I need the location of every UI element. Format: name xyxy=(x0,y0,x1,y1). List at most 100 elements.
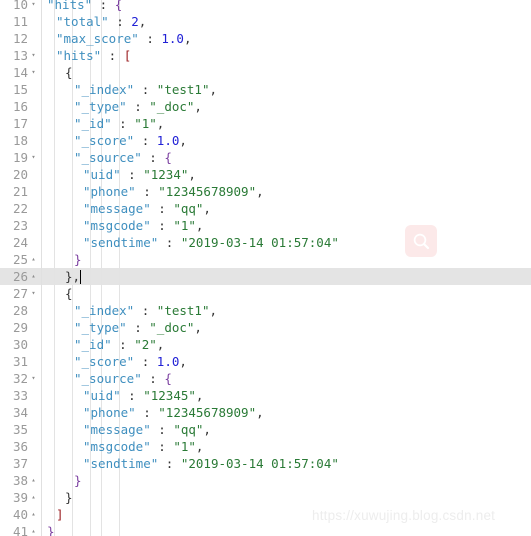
token-p: : xyxy=(150,439,174,454)
code-text[interactable]: "msgcode" : "1", xyxy=(83,438,203,455)
code-text[interactable]: "_type" : "_doc", xyxy=(74,98,202,115)
code-text[interactable]: "_id" : "2", xyxy=(74,336,164,353)
line-number: 31 xyxy=(12,354,28,369)
token-p: , xyxy=(209,82,218,97)
code-text[interactable]: } xyxy=(74,251,82,268)
token-b1: { xyxy=(164,371,172,386)
fold-expand-icon[interactable]: ▴ xyxy=(29,506,38,523)
code-line[interactable]: 19 ▾ "_source" : { xyxy=(0,149,531,166)
line-number: 28 xyxy=(12,303,28,318)
code-text[interactable]: "_index" : "test1", xyxy=(74,81,217,98)
fold-collapse-icon[interactable]: ▾ xyxy=(29,0,38,13)
code-line[interactable]: 23 "msgcode" : "1", xyxy=(0,217,531,234)
code-line[interactable]: 24 "sendtime" : "2019-03-14 01:57:04" xyxy=(0,234,531,251)
code-text[interactable]: "_source" : { xyxy=(74,370,172,387)
code-text[interactable]: "phone" : "12345678909", xyxy=(83,183,264,200)
code-text[interactable]: "msgcode" : "1", xyxy=(83,217,203,234)
fold-expand-icon[interactable]: ▴ xyxy=(29,472,38,489)
line-number: 33 xyxy=(12,388,28,403)
line-number: 37 xyxy=(12,456,28,471)
code-text[interactable]: "uid" : "12345", xyxy=(83,387,203,404)
code-line[interactable]: 30 "_id" : "2", xyxy=(0,336,531,353)
code-text[interactable]: "message" : "qq", xyxy=(83,421,211,438)
code-text[interactable]: } xyxy=(74,472,82,489)
code-line[interactable]: 33 "uid" : "12345", xyxy=(0,387,531,404)
code-line[interactable]: 39 ▴} xyxy=(0,489,531,506)
code-line[interactable]: 26 ▴}, xyxy=(0,268,531,285)
code-text[interactable]: "message" : "qq", xyxy=(83,200,211,217)
line-number: 15 xyxy=(12,82,28,97)
code-text[interactable]: } xyxy=(65,489,73,506)
json-code-editor[interactable]: 10 ▾ "hits" : {11 "total" : 2, 12 "max_score"… xyxy=(0,0,531,536)
code-text[interactable]: "sendtime" : "2019-03-14 01:57:04" xyxy=(83,234,339,251)
code-text[interactable]: ] xyxy=(56,506,64,523)
fold-collapse-icon[interactable]: ▾ xyxy=(29,64,38,81)
token-k: "uid" xyxy=(83,388,121,403)
code-line[interactable]: 14 ▾ { xyxy=(0,64,531,81)
code-text[interactable]: "_id" : "1", xyxy=(74,115,164,132)
token-p: : xyxy=(150,218,174,233)
code-text[interactable]: "hits" : [ xyxy=(56,47,131,64)
search-button[interactable] xyxy=(405,225,437,257)
fold-collapse-icon[interactable]: ▾ xyxy=(29,149,38,166)
token-p: , xyxy=(209,303,218,318)
code-text[interactable]: "max_score" : 1.0, xyxy=(56,30,191,47)
line-number: 40 xyxy=(12,507,28,522)
token-p: , xyxy=(256,184,264,199)
code-line[interactable]: 28 "_index" : "test1", xyxy=(0,302,531,319)
code-line[interactable]: 13 ▾ "hits" : [ xyxy=(0,47,531,64)
code-line[interactable]: 25 ▴} xyxy=(0,251,531,268)
code-line[interactable]: 35 "message" : "qq", xyxy=(0,421,531,438)
code-line[interactable]: 15 "_index" : "test1", xyxy=(0,81,531,98)
code-line[interactable]: 36 "msgcode" : "1", xyxy=(0,438,531,455)
token-p: : xyxy=(138,31,162,46)
token-s: "_doc" xyxy=(149,99,195,114)
code-line[interactable]: 29 "_type" : "_doc", xyxy=(0,319,531,336)
fold-collapse-icon[interactable]: ▾ xyxy=(29,285,38,302)
code-line[interactable]: 41 ▴} xyxy=(0,523,531,536)
code-text[interactable]: "_score" : 1.0, xyxy=(74,353,187,370)
line-number: 23 xyxy=(12,218,28,233)
fold-expand-icon[interactable]: ▴ xyxy=(29,268,38,285)
code-line[interactable]: 17 "_id" : "1", xyxy=(0,115,531,132)
code-line[interactable]: 22 "message" : "qq", xyxy=(0,200,531,217)
code-text[interactable]: "total" : 2, xyxy=(56,13,146,30)
code-text[interactable]: }, xyxy=(65,268,82,285)
line-number: 19 xyxy=(12,150,28,165)
code-text[interactable]: { xyxy=(65,285,73,302)
code-text[interactable]: { xyxy=(65,64,73,81)
fold-expand-icon[interactable]: ▴ xyxy=(29,489,38,506)
token-k: "_id" xyxy=(74,337,112,352)
token-p: , xyxy=(194,320,202,335)
code-text[interactable]: "_source" : { xyxy=(74,149,172,166)
code-text[interactable]: } xyxy=(47,523,55,536)
code-line[interactable]: 34 "phone" : "12345678909", xyxy=(0,404,531,421)
code-text[interactable]: "uid" : "1234", xyxy=(83,166,196,183)
code-text[interactable]: "sendtime" : "2019-03-14 01:57:04" xyxy=(83,455,339,472)
token-k: "total" xyxy=(56,14,109,29)
code-line[interactable]: 21 "phone" : "12345678909", xyxy=(0,183,531,200)
code-line[interactable]: 16 "_type" : "_doc", xyxy=(0,98,531,115)
fold-expand-icon[interactable]: ▴ xyxy=(29,523,38,536)
line-number: 14 xyxy=(12,65,28,80)
fold-collapse-icon[interactable]: ▾ xyxy=(29,370,38,387)
code-line[interactable]: 10 ▾ "hits" : { xyxy=(0,0,531,13)
code-line[interactable]: 32 ▾ "_source" : { xyxy=(0,370,531,387)
code-text[interactable]: "_type" : "_doc", xyxy=(74,319,202,336)
code-text[interactable]: "_score" : 1.0, xyxy=(74,132,187,149)
code-line[interactable]: 31 "_score" : 1.0, xyxy=(0,353,531,370)
code-text[interactable]: "_index" : "test1", xyxy=(74,302,217,319)
fold-collapse-icon[interactable]: ▾ xyxy=(29,47,38,64)
code-line[interactable]: 11 "total" : 2, xyxy=(0,13,531,30)
code-text[interactable]: "hits" : { xyxy=(47,0,122,13)
code-text[interactable]: "phone" : "12345678909", xyxy=(83,404,264,421)
code-line[interactable]: 38 ▴} xyxy=(0,472,531,489)
token-p: , xyxy=(183,31,192,46)
code-line[interactable]: 37 "sendtime" : "2019-03-14 01:57:04" xyxy=(0,455,531,472)
fold-expand-icon[interactable]: ▴ xyxy=(29,251,38,268)
code-line[interactable]: 20 "uid" : "1234", xyxy=(0,166,531,183)
code-line[interactable]: 12 "max_score" : 1.0, xyxy=(0,30,531,47)
code-line[interactable]: 27 ▾ { xyxy=(0,285,531,302)
token-k: "_id" xyxy=(74,116,112,131)
code-line[interactable]: 18 "_score" : 1.0, xyxy=(0,132,531,149)
